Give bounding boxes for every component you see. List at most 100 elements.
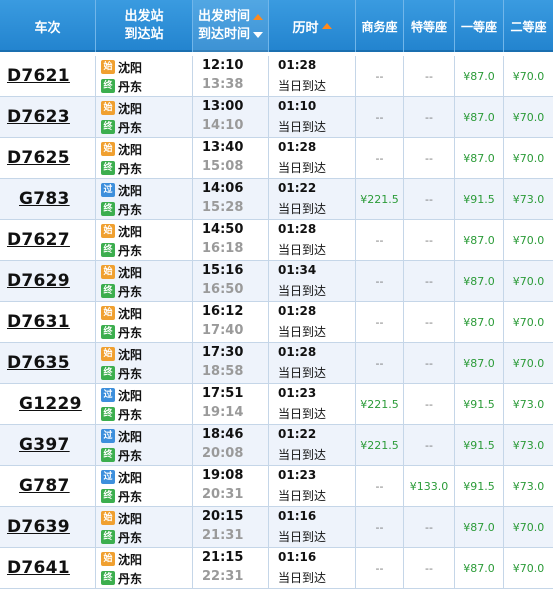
train-number-link[interactable]: G397: [0, 425, 95, 466]
duration-value: 01:23: [278, 386, 317, 400]
train-cell: D7627: [0, 220, 96, 261]
arrival-day: 当日到达: [278, 120, 327, 134]
first-class-price: ¥87.0: [463, 111, 495, 124]
duration-cell: 01:22 当日到达: [269, 179, 356, 220]
stations-cell: 始沈阳终丹东: [96, 220, 193, 261]
to-station[interactable]: 丹东: [118, 119, 142, 136]
premium-seat-price: --: [425, 439, 433, 452]
from-station[interactable]: 沈阳: [118, 100, 142, 117]
premium-seat-cell: --: [404, 97, 455, 138]
train-number-link[interactable]: D7621: [0, 56, 95, 97]
to-station[interactable]: 丹东: [118, 160, 142, 177]
to-station[interactable]: 丹东: [118, 365, 142, 382]
departure-time: 20:15: [202, 509, 244, 524]
second-class-price: ¥70.0: [512, 111, 545, 124]
to-station[interactable]: 丹东: [118, 78, 142, 95]
arrival-day: 当日到达: [278, 571, 327, 585]
times-cell: 21:15 22:31: [193, 548, 269, 589]
second-class-price: ¥70.0: [512, 357, 545, 370]
train-number-link[interactable]: D7623: [0, 97, 95, 138]
col-header-business: 商务座: [356, 0, 404, 52]
stations-cell: 过沈阳终丹东: [96, 425, 193, 466]
to-station[interactable]: 丹东: [118, 406, 142, 423]
arrival-time: 16:18: [202, 241, 244, 256]
train-number-link[interactable]: G783: [0, 179, 95, 220]
train-number-link[interactable]: D7627: [0, 220, 95, 261]
from-station[interactable]: 沈阳: [118, 59, 142, 76]
from-station[interactable]: 沈阳: [118, 510, 142, 527]
business-seat-price: --: [375, 357, 384, 370]
from-station[interactable]: 沈阳: [118, 305, 142, 322]
business-seat-cell: --: [356, 56, 404, 97]
arrival-time: 16:50: [202, 282, 244, 297]
from-station[interactable]: 沈阳: [118, 387, 142, 404]
from-station[interactable]: 沈阳: [118, 551, 142, 568]
from-station[interactable]: 沈阳: [118, 223, 142, 240]
sort-ascending-icon[interactable]: [253, 14, 263, 20]
departure-time: 13:40: [202, 140, 244, 155]
terminal-station-icon: 终: [101, 79, 115, 93]
table-row: D7639 始沈阳终丹东 20:15 21:31 01:16 当日到达 -- -- ¥87.0 ¥…: [0, 507, 553, 548]
to-station[interactable]: 丹东: [118, 488, 142, 505]
train-number-link[interactable]: D7629: [0, 261, 95, 302]
first-class-price: ¥91.5: [463, 193, 495, 206]
first-class-cell: ¥91.5: [455, 425, 504, 466]
col-header-duration[interactable]: 历时: [269, 0, 356, 52]
premium-seat-price: --: [425, 562, 433, 575]
first-class-cell: ¥91.5: [455, 466, 504, 507]
train-cell: G783: [0, 179, 96, 220]
first-class-cell: ¥87.0: [455, 507, 504, 548]
stations-cell: 始沈阳终丹东: [96, 302, 193, 343]
to-station[interactable]: 丹东: [118, 447, 142, 464]
to-station[interactable]: 丹东: [118, 324, 142, 341]
train-number-link[interactable]: D7631: [0, 302, 95, 343]
from-station[interactable]: 沈阳: [118, 469, 142, 486]
terminal-station-icon: 终: [101, 161, 115, 175]
first-class-price: ¥87.0: [463, 152, 495, 165]
col-header-times[interactable]: 出发时间 到达时间: [193, 0, 269, 52]
business-seat-cell: --: [356, 343, 404, 384]
train-number-link[interactable]: G787: [0, 466, 95, 507]
duration-cell: 01:28 当日到达: [269, 220, 356, 261]
pass-through-icon: 过: [101, 388, 115, 402]
terminal-station-icon: 终: [101, 530, 115, 544]
first-class-cell: ¥91.5: [455, 384, 504, 425]
business-seat-cell: --: [356, 548, 404, 589]
from-station[interactable]: 沈阳: [118, 346, 142, 363]
to-station[interactable]: 丹东: [118, 570, 142, 587]
to-station[interactable]: 丹东: [118, 201, 142, 218]
to-station[interactable]: 丹东: [118, 283, 142, 300]
from-station[interactable]: 沈阳: [118, 264, 142, 281]
pass-through-icon: 过: [101, 183, 115, 197]
premium-seat-price: --: [425, 398, 433, 411]
train-number-link[interactable]: D7625: [0, 138, 95, 179]
premium-seat-cell: --: [404, 425, 455, 466]
train-number-link[interactable]: D7641: [0, 548, 95, 589]
times-cell: 20:15 21:31: [193, 507, 269, 548]
second-class-cell: ¥73.0: [504, 179, 553, 220]
train-cell: D7631: [0, 302, 96, 343]
arrival-time: 18:58: [202, 364, 244, 379]
first-class-cell: ¥87.0: [455, 302, 504, 343]
train-number-link[interactable]: D7639: [0, 507, 95, 548]
train-results-table: 车次 出发站 到达站 出发时间 到达时间 历时 商务座 特等座 一等座 二等座 …: [0, 0, 553, 589]
business-seat-price: --: [375, 316, 384, 329]
business-seat-cell: --: [356, 261, 404, 302]
from-station[interactable]: 沈阳: [118, 141, 142, 158]
train-number-link[interactable]: G1229: [0, 384, 95, 425]
col-header-duration-label: 历时: [292, 20, 319, 36]
times-cell: 17:51 19:14: [193, 384, 269, 425]
departure-time: 14:06: [202, 181, 244, 196]
to-station[interactable]: 丹东: [118, 529, 142, 546]
origin-station-icon: 始: [101, 347, 115, 361]
from-station[interactable]: 沈阳: [118, 428, 142, 445]
table-row: D7635 始沈阳终丹东 17:30 18:58 01:28 当日到达 -- -- ¥87.0 ¥…: [0, 343, 553, 384]
departure-time: 14:50: [202, 222, 244, 237]
train-number-link[interactable]: D7635: [0, 343, 95, 384]
train-cell: D7635: [0, 343, 96, 384]
sort-descending-icon[interactable]: [253, 32, 263, 38]
sort-ascending-icon[interactable]: [321, 23, 332, 29]
to-station[interactable]: 丹东: [118, 242, 142, 259]
times-cell: 14:06 15:28: [193, 179, 269, 220]
from-station[interactable]: 沈阳: [118, 182, 142, 199]
